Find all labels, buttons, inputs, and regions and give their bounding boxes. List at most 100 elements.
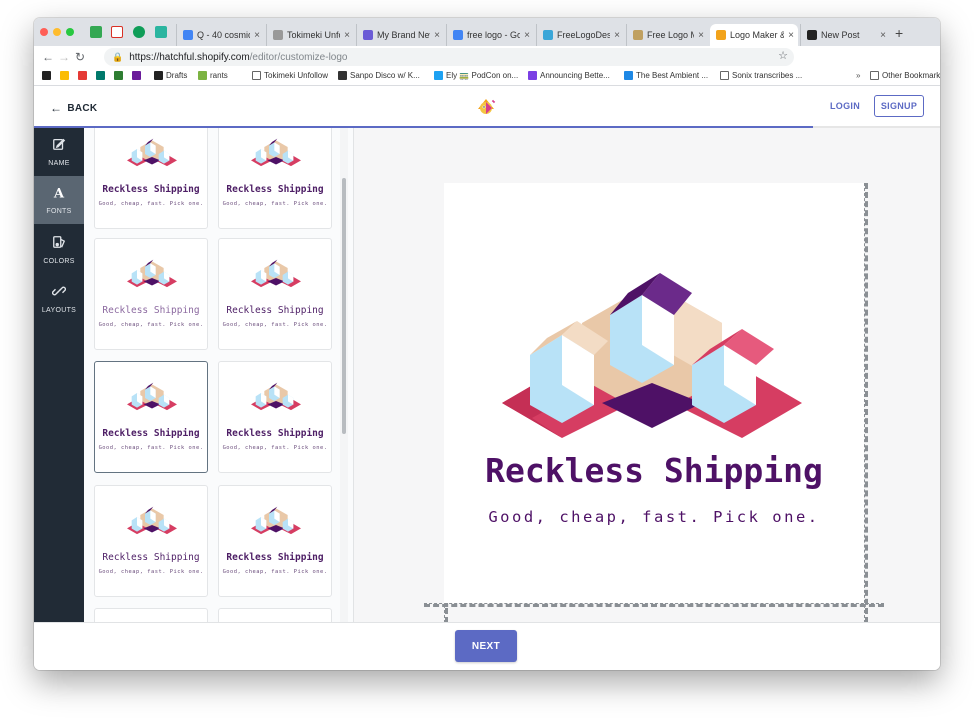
font-option-title: Reckless Shipping — [226, 305, 324, 316]
browser-tab[interactable]: My Brand New × — [356, 24, 444, 46]
editor-sidenav: NAME A FONTS COLORS LAYOUTS — [34, 128, 84, 622]
bookmark-item[interactable]: Drafts — [154, 71, 187, 80]
bookmark-item[interactable]: Sanpo Disco w/ K... — [338, 71, 420, 80]
pinned-tab-sheets-icon[interactable] — [90, 26, 102, 38]
sidenav-label: FONTS — [46, 208, 72, 215]
close-tab-icon[interactable]: × — [344, 30, 350, 41]
font-option-card[interactable]: Reckless Shipping Good, cheap, fast. Pick… — [94, 238, 208, 350]
edit-icon — [52, 137, 66, 156]
font-option-tagline: Good, cheap, fast. Pick one. — [222, 322, 328, 328]
bookmark-favicon-icon — [252, 71, 261, 80]
font-option-card[interactable]: Reckless Shipping Good, cheap, fast. Pick… — [94, 128, 208, 229]
sidenav-item-layouts[interactable]: LAYOUTS — [34, 275, 84, 323]
sidenav-item-name[interactable]: NAME — [34, 128, 84, 176]
browser-tab[interactable]: Logo Maker & × — [710, 24, 798, 46]
bookmark-label: Sonix transcribes ... — [732, 71, 803, 80]
address-bar[interactable]: 🔒 https://hatchful.shopify.com/editor/cu… — [104, 48, 794, 66]
login-button[interactable]: LOGIN — [830, 101, 860, 111]
close-tab-icon[interactable]: × — [614, 30, 620, 41]
font-option-tagline: Good, cheap, fast. Pick one. — [98, 569, 204, 575]
close-tab-icon[interactable]: × — [524, 30, 530, 41]
font-option-card[interactable] — [94, 608, 208, 622]
pinned-tab-app-icon[interactable] — [155, 26, 167, 38]
browser-tab[interactable]: Q - 40 cosmic × — [176, 24, 264, 46]
bookmark-item[interactable]: Sonix transcribes ... — [720, 71, 802, 80]
window-minimize-button[interactable] — [53, 28, 61, 36]
shipping-houses-logo-icon — [251, 500, 301, 548]
bookmark-item[interactable]: Announcing Bette... — [528, 71, 610, 80]
close-tab-icon[interactable]: × — [434, 30, 440, 41]
bookmark-favicon-icon — [338, 71, 347, 80]
bookmark-glitch-icon[interactable] — [42, 71, 51, 80]
bookmarks-overflow[interactable]: » — [856, 71, 860, 80]
other-bookmarks[interactable]: Other Bookmarks — [870, 71, 940, 80]
reload-icon[interactable]: ↻ — [72, 50, 88, 64]
sidenav-item-colors[interactable]: COLORS — [34, 226, 84, 274]
font-option-card[interactable]: Reckless Shipping Good, cheap, fast. Pick… — [218, 485, 332, 597]
folder-icon — [870, 71, 879, 80]
close-tab-icon[interactable]: × — [698, 30, 704, 41]
bookmark-star-icon[interactable]: ☆ — [778, 49, 788, 62]
bookmark-teal-icon[interactable] — [96, 71, 105, 80]
font-option-title: Reckless Shipping — [226, 184, 324, 195]
bookmark-item[interactable]: Ely 🚃 PodCon on... — [434, 71, 518, 80]
pinned-tab-hangouts-icon[interactable] — [133, 26, 145, 38]
browser-tab-title: Free Logo Make — [647, 30, 694, 40]
app-header: ← BACK LOGIN SIGNUP — [34, 87, 940, 127]
browser-tab-title: My Brand New — [377, 30, 431, 40]
window-maximize-button[interactable] — [66, 28, 74, 36]
new-tab-button[interactable]: + — [895, 25, 903, 41]
bookmark-item[interactable]: The Best Ambient ... — [624, 71, 708, 80]
shipping-houses-logo-icon — [127, 376, 177, 424]
font-option-tagline: Good, cheap, fast. Pick one. — [222, 201, 328, 207]
other-bookmarks-label: Other Bookmarks — [882, 71, 940, 80]
back-arrow-icon[interactable]: ← — [40, 50, 56, 64]
hatchful-logo-icon[interactable] — [474, 95, 498, 119]
sidenav-item-fonts[interactable]: A FONTS — [34, 176, 84, 224]
globe-icon — [543, 30, 553, 40]
font-option-card[interactable]: Reckless Shipping Good, cheap, fast. Pick… — [218, 238, 332, 350]
google-icon — [453, 30, 463, 40]
bookmark-label: The Best Ambient ... — [636, 71, 709, 80]
back-button[interactable]: ← BACK — [50, 101, 97, 115]
font-option-tagline: Good, cheap, fast. Pick one. — [222, 569, 328, 575]
sidenav-label: NAME — [48, 160, 70, 167]
pinned-tab-gmail-icon[interactable] — [111, 26, 123, 38]
next-button[interactable]: NEXT — [455, 630, 517, 662]
browser-tab[interactable]: Free Logo Make × — [626, 24, 708, 46]
browser-tab[interactable]: Tokimeki Unfollow × — [266, 24, 354, 46]
close-tab-icon[interactable]: × — [880, 30, 886, 41]
panel-scrollbar-thumb[interactable] — [342, 178, 346, 434]
font-option-card[interactable]: Reckless Shipping Good, cheap, fast. Pick… — [218, 128, 332, 229]
font-option-tagline: Good, cheap, fast. Pick one. — [98, 445, 204, 451]
browser-window: Q - 40 cosmic×Tokimeki Unfollow×My Brand… — [34, 18, 940, 670]
bookmark-favicon-icon — [154, 71, 163, 80]
bookmark-purple-icon[interactable] — [132, 71, 141, 80]
svg-text:A: A — [53, 186, 65, 199]
font-option-card[interactable] — [218, 608, 332, 622]
bookmark-red-icon[interactable] — [78, 71, 87, 80]
browser-tab[interactable]: free logo - Go × — [446, 24, 534, 46]
font-option-card[interactable]: Reckless Shipping Good, cheap, fast. Pick… — [218, 361, 332, 473]
logo-canvas: Reckless Shipping Good, cheap, fast. Pic… — [354, 128, 940, 623]
bookmark-label: Drafts — [166, 71, 188, 80]
close-tab-icon[interactable]: × — [254, 30, 260, 41]
font-option-card[interactable]: Reckless Shipping Good, cheap, fast. Pick… — [94, 361, 208, 473]
window-close-button[interactable] — [40, 28, 48, 36]
guide-right — [864, 183, 868, 623]
bookmark-green-icon[interactable] — [114, 71, 123, 80]
shipping-houses-logo-icon — [251, 132, 301, 180]
signup-button[interactable]: SIGNUP — [874, 95, 924, 117]
browser-tab[interactable]: FreeLogoDesign× — [536, 24, 624, 46]
close-tab-icon[interactable]: × — [788, 30, 794, 41]
bookmark-item[interactable]: Tokimeki Unfollow — [252, 71, 328, 80]
browser-toolbar: ← → ↻ 🔒 https://hatchful.shopify.com/edi… — [34, 46, 940, 86]
font-option-title: Reckless Shipping — [226, 428, 324, 439]
bookmark-drive-icon[interactable] — [60, 71, 69, 80]
forward-arrow-icon[interactable]: → — [56, 50, 72, 64]
bookmark-label: Announcing Bette... — [540, 71, 610, 80]
bookmark-item[interactable]: rants — [198, 71, 228, 80]
google-icon — [183, 30, 193, 40]
browser-tab[interactable]: New Post × — [800, 24, 890, 46]
font-option-card[interactable]: Reckless Shipping Good, cheap, fast. Pick… — [94, 485, 208, 597]
